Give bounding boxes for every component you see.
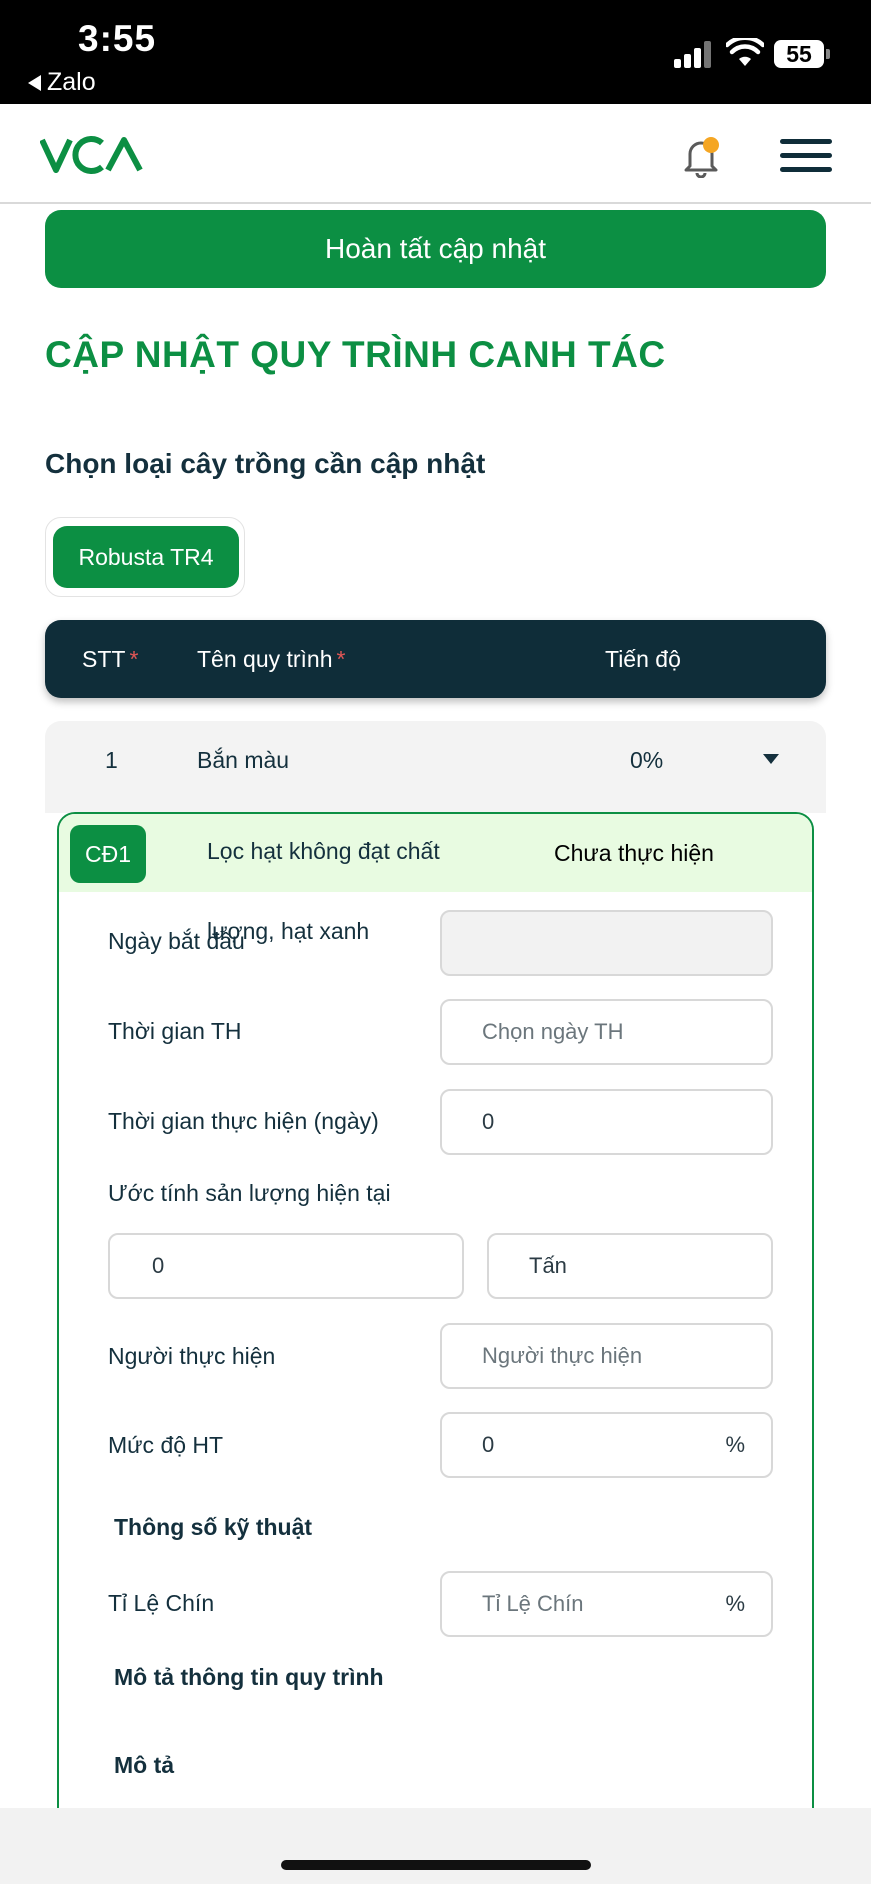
description-label: Mô tả: [114, 1752, 175, 1778]
status-time: 3:55: [78, 18, 157, 59]
crop-chip-group: Robusta TR4: [45, 517, 245, 597]
table-row[interactable]: 1 Bắn màu 0%: [45, 721, 826, 799]
wifi-icon: [726, 38, 764, 66]
exec-time-label: Thời gian TH: [108, 1018, 242, 1044]
ripe-ratio-input[interactable]: Tỉ Lệ Chín %: [440, 1571, 773, 1637]
row-bottom-fill: [45, 799, 826, 813]
step-name-line1: Lọc hạt không đạt chất: [207, 838, 440, 864]
signal-icon: [674, 40, 714, 68]
header-stt: STT *: [82, 646, 139, 672]
expand-caret-icon[interactable]: [763, 754, 779, 764]
back-to-app-link[interactable]: Zalo: [28, 68, 96, 97]
duration-label: Thời gian thực hiện (ngày): [108, 1108, 379, 1134]
menu-icon[interactable]: [780, 137, 832, 175]
start-date-label: Ngày bắt đầu: [108, 928, 245, 954]
row-process-name: Bắn màu: [197, 747, 290, 773]
exec-time-input[interactable]: Chọn ngày TH: [440, 999, 773, 1065]
home-indicator[interactable]: [281, 1860, 591, 1870]
crop-chip-robusta[interactable]: Robusta TR4: [53, 526, 239, 588]
ripe-ratio-label: Tỉ Lệ Chín: [108, 1590, 215, 1616]
back-arrow-icon: [28, 74, 41, 91]
start-date-input: [440, 910, 773, 976]
notification-dot: [703, 137, 719, 153]
page-title: CẬP NHẬT QUY TRÌNH CANH TÁC: [45, 334, 666, 375]
home-bar-area: [0, 1808, 871, 1884]
step-code-badge: CĐ1: [70, 825, 146, 883]
duration-input[interactable]: 0: [440, 1089, 773, 1155]
status-bar: 3:55 Zalo 55: [0, 0, 871, 104]
vca-logo[interactable]: [40, 130, 144, 178]
performer-input[interactable]: Người thực hiện: [440, 1323, 773, 1389]
performer-label: Người thực hiện: [108, 1343, 276, 1369]
yield-input[interactable]: 0: [108, 1233, 464, 1299]
row-stt: 1: [105, 747, 118, 773]
description-heading: Mô tả thông tin quy trình: [114, 1664, 384, 1690]
process-table-header: STT * Tên quy trình * Tiến độ: [45, 620, 826, 698]
app-header: [0, 104, 871, 204]
back-app-label: Zalo: [47, 68, 96, 96]
header-process-name: Tên quy trình *: [197, 646, 346, 672]
completion-input[interactable]: 0 %: [440, 1412, 773, 1478]
yield-label: Ước tính sản lượng hiện tại: [108, 1180, 391, 1206]
tech-specs-heading: Thông số kỹ thuật: [114, 1514, 313, 1540]
battery-icon: 55: [774, 40, 830, 68]
select-crop-label: Chọn loại cây trồng cần cập nhật: [45, 448, 486, 479]
completion-label: Mức độ HT: [108, 1432, 224, 1458]
row-progress: 0%: [630, 747, 664, 773]
header-progress: Tiến độ: [605, 646, 681, 672]
complete-update-button[interactable]: Hoàn tất cập nhật: [45, 210, 826, 288]
yield-unit-select[interactable]: Tấn: [487, 1233, 773, 1299]
step-status: Chưa thực hiện: [554, 840, 714, 866]
